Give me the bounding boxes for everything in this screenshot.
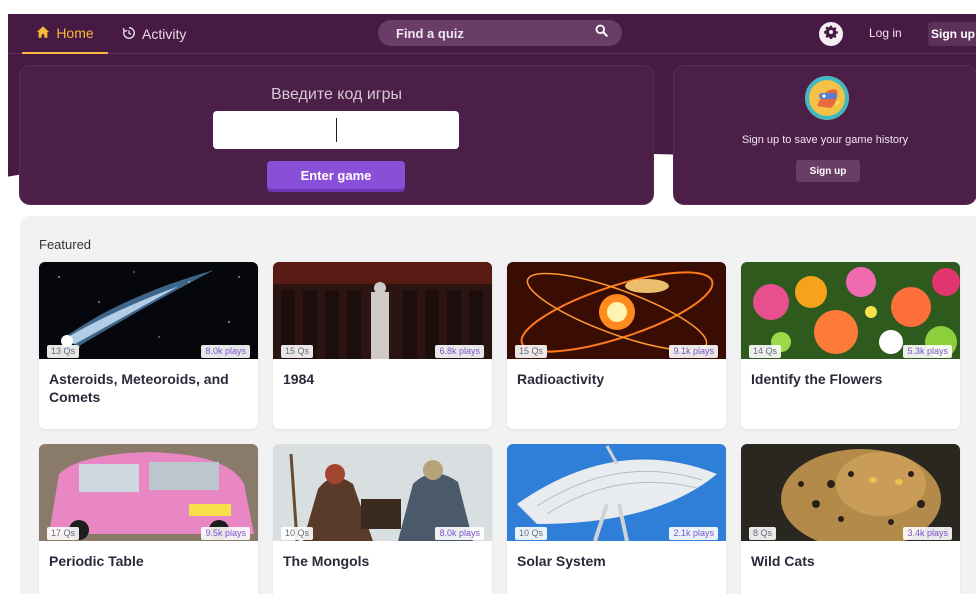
quiz-card-radioactivity[interactable]: 15 Qs 9.1k plays Radioactivity bbox=[507, 262, 726, 429]
quiz-title: Solar System bbox=[517, 553, 606, 569]
signup-prompt-text: Sign up to save your game history bbox=[741, 134, 909, 146]
plays-count-badge: 8.0k plays bbox=[435, 527, 484, 540]
search-input[interactable]: Find a quiz bbox=[378, 20, 622, 46]
join-game-card: Введите код игры Enter game bbox=[20, 66, 653, 204]
signup-card: Sign up to save your game history Sign u… bbox=[674, 66, 976, 204]
quiz-card-asteroids[interactable]: 13 Qs 8.0k plays Asteroids, Meteoroids, … bbox=[39, 262, 258, 429]
mascot-avatar bbox=[805, 76, 849, 120]
quiz-card-solar-system[interactable]: 10 Qs 2.1k plays Solar System bbox=[507, 444, 726, 594]
quiz-title: Periodic Table bbox=[49, 553, 144, 569]
quiz-card-flowers[interactable]: 14 Qs 5.3k plays Identify the Flowers bbox=[741, 262, 960, 429]
question-count-badge: 10 Qs bbox=[281, 527, 314, 540]
enter-game-button[interactable]: Enter game bbox=[267, 161, 405, 189]
home-icon bbox=[36, 25, 50, 42]
question-count-badge: 13 Qs bbox=[47, 345, 80, 358]
plays-count-badge: 6.8k plays bbox=[435, 345, 484, 358]
signup-card-button[interactable]: Sign up bbox=[796, 160, 860, 182]
nav-tab-activity-label: Activity bbox=[142, 26, 187, 42]
question-count-badge: 15 Qs bbox=[281, 345, 314, 358]
plays-count-badge: 5.3k plays bbox=[903, 345, 952, 358]
settings-button[interactable] bbox=[819, 22, 843, 46]
join-game-title: Введите код игры bbox=[271, 86, 402, 103]
question-count-badge: 14 Qs bbox=[749, 345, 782, 358]
question-count-badge: 15 Qs bbox=[515, 345, 548, 358]
history-icon bbox=[122, 26, 136, 43]
plays-count-badge: 9.5k plays bbox=[201, 527, 250, 540]
featured-section: Featured 13 Qs 8.0k plays Asteroids, Met… bbox=[20, 216, 976, 594]
quiz-title: Identify the Flowers bbox=[751, 371, 883, 387]
plays-count-badge: 8.0k plays bbox=[201, 345, 250, 358]
plays-count-badge: 3.4k plays bbox=[903, 527, 952, 540]
top-navbar: Home Activity Find a quiz Log in Sign up bbox=[8, 14, 976, 54]
signup-top-button[interactable]: Sign up bbox=[928, 22, 976, 46]
quiz-card-mongols[interactable]: 10 Qs 8.0k plays The Mongols bbox=[273, 444, 492, 594]
plays-count-badge: 2.1k plays bbox=[669, 527, 718, 540]
quiz-title: Wild Cats bbox=[751, 553, 815, 569]
search-placeholder: Find a quiz bbox=[396, 25, 464, 41]
quiz-card-periodic-table[interactable]: 17 Qs 9.5k plays Periodic Table bbox=[39, 444, 258, 594]
featured-title: Featured bbox=[39, 237, 92, 252]
search-icon[interactable] bbox=[595, 24, 608, 42]
nav-tab-home[interactable]: Home bbox=[22, 14, 108, 54]
gear-icon bbox=[824, 25, 838, 44]
quiz-title: Radioactivity bbox=[517, 371, 605, 387]
quiz-title: Asteroids, Meteoroids, and Comets bbox=[49, 371, 229, 405]
text-caret bbox=[336, 118, 337, 142]
plays-count-badge: 9.1k plays bbox=[669, 345, 718, 358]
question-count-badge: 10 Qs bbox=[515, 527, 548, 540]
nav-tab-home-label: Home bbox=[56, 25, 94, 41]
quiz-card-wild-cats[interactable]: 8 Qs 3.4k plays Wild Cats bbox=[741, 444, 960, 594]
login-link[interactable]: Log in bbox=[869, 26, 902, 40]
nav-tab-activity[interactable]: Activity bbox=[122, 14, 186, 54]
question-count-badge: 17 Qs bbox=[47, 527, 80, 540]
quiz-title: 1984 bbox=[283, 371, 315, 387]
quiz-card-1984[interactable]: 15 Qs 6.8k plays 1984 bbox=[273, 262, 492, 429]
quiz-title: The Mongols bbox=[283, 553, 370, 569]
question-count-badge: 8 Qs bbox=[749, 527, 777, 540]
